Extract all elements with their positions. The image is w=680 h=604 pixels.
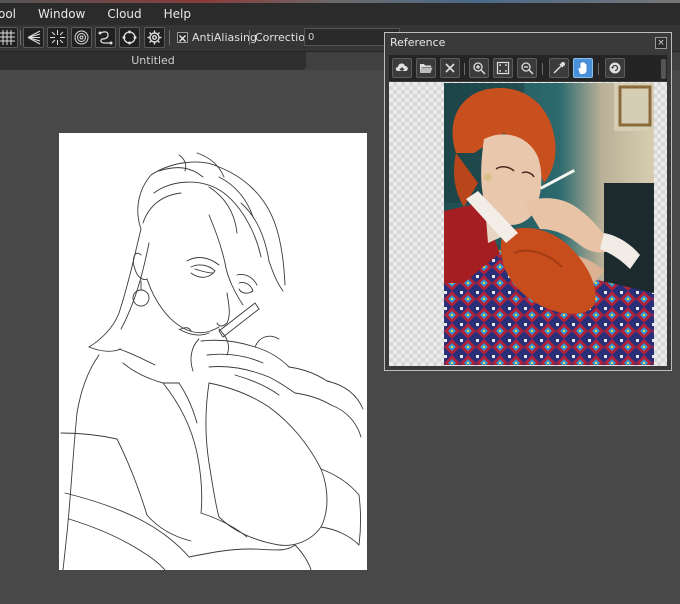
tab-untitled[interactable]: Untitled: [0, 52, 306, 70]
toolbar-divider: [464, 63, 465, 75]
curve-snap-button[interactable]: [95, 27, 116, 48]
perspective-icon: [27, 30, 41, 45]
hand-tool-button[interactable]: [573, 58, 593, 78]
close-icon[interactable]: ×: [655, 37, 667, 49]
cloud-upload-icon: [395, 63, 408, 74]
reference-image-viewport[interactable]: [389, 82, 667, 366]
concentric-snap-button[interactable]: [71, 27, 92, 48]
eyedropper-icon: [553, 62, 565, 74]
concentric-circle-icon: [74, 30, 89, 45]
zoom-out-icon: [521, 62, 534, 75]
zoom-in-icon: [473, 62, 486, 75]
clear-reference-button[interactable]: [440, 58, 460, 78]
toolbar-divider: [169, 30, 170, 45]
menu-bar: ool Window Cloud Help: [0, 3, 680, 25]
color-picker-button[interactable]: [549, 58, 569, 78]
antialiasing-label: AntiAliasing: [192, 31, 257, 44]
reference-toolbar: [389, 55, 667, 81]
menu-window[interactable]: Window: [27, 3, 96, 25]
rotate-button[interactable]: [605, 58, 625, 78]
grid-snap-button[interactable]: [0, 27, 18, 48]
toolbar-divider: [249, 30, 250, 45]
toolbar-divider: [598, 63, 599, 75]
zoom-in-button[interactable]: [469, 58, 489, 78]
zoom-out-button[interactable]: [517, 58, 537, 78]
toolbar-divider: [20, 30, 21, 45]
hand-icon: [578, 62, 587, 74]
antialiasing-checkbox[interactable]: [177, 32, 188, 43]
check-x-icon: [179, 35, 186, 42]
line-art-sketch: [60, 152, 364, 571]
toolbar-divider: [542, 63, 543, 75]
folder-open-icon: [420, 64, 433, 73]
fit-view-button[interactable]: [493, 58, 513, 78]
ellipse-snap-button[interactable]: [119, 27, 140, 48]
curve-ruler-icon: [98, 31, 113, 45]
clear-icon: [445, 63, 455, 73]
reference-photo: [444, 83, 654, 365]
snap-settings-button[interactable]: [144, 27, 165, 48]
radial-snap-button[interactable]: [47, 27, 68, 48]
radial-lines-icon: [50, 30, 65, 45]
menu-help[interactable]: Help: [153, 3, 202, 25]
fit-screen-icon: [496, 61, 510, 75]
perspective-snap-button[interactable]: [23, 27, 44, 48]
drawing-canvas[interactable]: [59, 133, 367, 571]
upload-reference-button[interactable]: [392, 58, 412, 78]
grid-icon: [0, 30, 15, 45]
open-reference-button[interactable]: [416, 58, 436, 78]
reference-panel-title: Reference: [390, 36, 446, 49]
gear-icon: [147, 30, 162, 45]
toolbar-scroll-handle[interactable]: [661, 59, 666, 79]
ellipse-ruler-icon: [122, 30, 137, 45]
reference-panel: Reference ×: [384, 32, 672, 371]
menu-cloud[interactable]: Cloud: [96, 3, 152, 25]
menu-tool[interactable]: ool: [0, 3, 27, 25]
rotate-icon: [609, 62, 621, 74]
